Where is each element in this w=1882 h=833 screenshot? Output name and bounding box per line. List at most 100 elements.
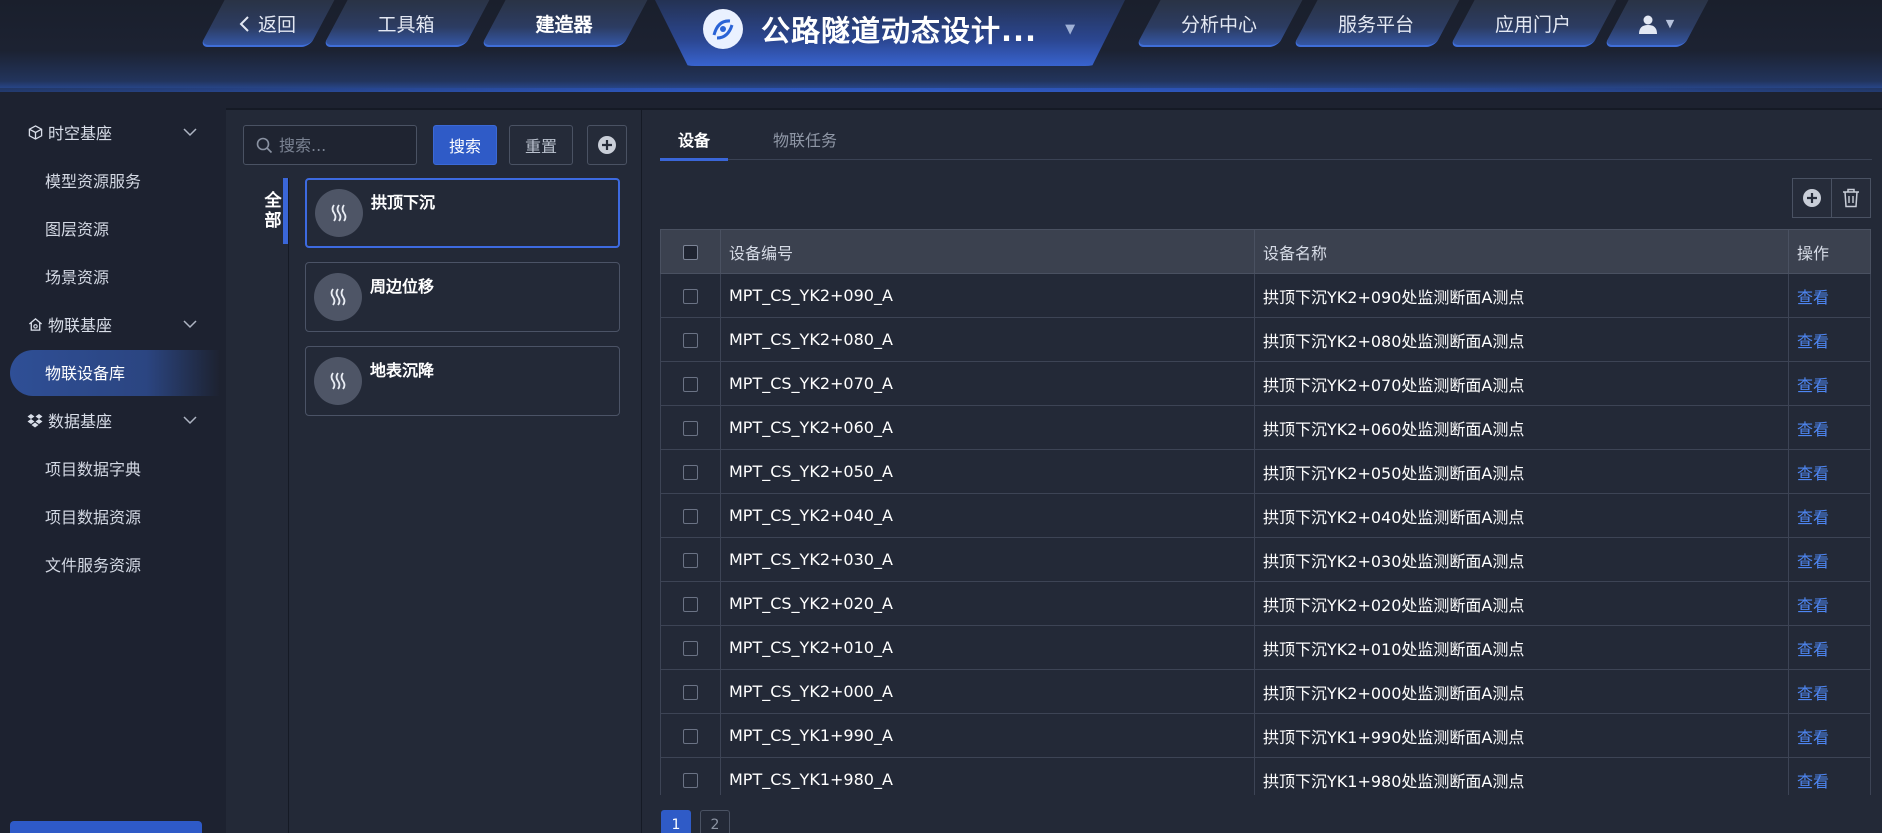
device-code-cell: MPT_CS_YK1+990_A: [720, 713, 1255, 758]
view-link[interactable]: 查看: [1797, 288, 1829, 307]
category-card-surface-settlement[interactable]: 地表沉降: [305, 346, 620, 416]
chevron-down-icon: [183, 416, 197, 425]
device-name-cell: 拱顶下沉YK2+070处监测断面A测点: [1254, 361, 1789, 406]
category-label: 拱顶下沉: [371, 193, 436, 212]
nav-builder[interactable]: 建造器: [480, 0, 648, 47]
action-cell: 查看: [1788, 405, 1871, 450]
row-checkbox[interactable]: [683, 597, 698, 612]
sidebar-item-label: 文件服务资源: [45, 556, 142, 575]
action-cell: 查看: [1788, 493, 1871, 538]
search-icon: [256, 137, 273, 153]
tab-iot-tasks[interactable]: 物联任务: [762, 118, 848, 160]
back-button[interactable]: 返回: [199, 0, 335, 47]
brand-selector[interactable]: 公路隧道动态设计... ▼: [655, 0, 1125, 66]
view-link[interactable]: 查看: [1797, 772, 1829, 791]
action-cell: 查看: [1788, 317, 1871, 362]
view-link[interactable]: 查看: [1797, 332, 1829, 351]
table-row: MPT_CS_YK2+010_A 拱顶下沉YK2+010处监测断面A测点 查看: [660, 625, 1871, 670]
sidebar-item-scene-resource[interactable]: 场景资源: [0, 252, 222, 300]
view-link[interactable]: 查看: [1797, 640, 1829, 659]
sidebar-item-model-service[interactable]: 模型资源服务: [0, 156, 222, 204]
sidebar-item-layer-resource[interactable]: 图层资源: [0, 204, 222, 252]
table-row: MPT_CS_YK2+030_A 拱顶下沉YK2+030处监测断面A测点 查看: [660, 537, 1871, 582]
sidebar-item-file-service[interactable]: 文件服务资源: [0, 540, 222, 588]
table-header-row: 设备编号 设备名称 操作: [660, 229, 1871, 274]
search-button[interactable]: 搜索: [433, 125, 497, 165]
page-button-2[interactable]: 2: [700, 810, 730, 833]
device-name-cell: 拱顶下沉YK2+060处监测断面A测点: [1254, 405, 1789, 450]
row-checkbox[interactable]: [683, 289, 698, 304]
sidebar-bottom-button[interactable]: [10, 821, 202, 833]
view-link[interactable]: 查看: [1797, 596, 1829, 615]
row-select-cell: [660, 581, 721, 626]
view-link[interactable]: 查看: [1797, 420, 1829, 439]
action-cell: 查看: [1788, 449, 1871, 494]
sidebar-group-data[interactable]: 数据基座: [0, 396, 222, 444]
view-link[interactable]: 查看: [1797, 684, 1829, 703]
device-code-cell: MPT_CS_YK2+010_A: [720, 625, 1255, 670]
sidebar-item-data-dictionary[interactable]: 项目数据字典: [0, 444, 222, 492]
dropbox-icon: [26, 411, 44, 429]
nav-app-portal[interactable]: 应用门户: [1449, 0, 1617, 47]
row-checkbox[interactable]: [683, 333, 698, 348]
table-row: MPT_CS_YK2+000_A 拱顶下沉YK2+000处监测断面A测点 查看: [660, 669, 1871, 714]
device-code-cell: MPT_CS_YK2+000_A: [720, 669, 1255, 714]
trash-icon: [1843, 188, 1859, 208]
select-all-checkbox[interactable]: [683, 245, 698, 260]
delete-device-button[interactable]: [1831, 178, 1871, 218]
row-checkbox[interactable]: [683, 509, 698, 524]
add-device-button[interactable]: [1792, 178, 1832, 218]
column-header-name[interactable]: 设备名称: [1254, 229, 1789, 274]
device-code-cell: MPT_CS_YK2+080_A: [720, 317, 1255, 362]
row-checkbox[interactable]: [683, 685, 698, 700]
device-name-cell: 拱顶下沉YK2+000处监测断面A测点: [1254, 669, 1789, 714]
action-cell: 查看: [1788, 273, 1871, 318]
view-link[interactable]: 查看: [1797, 728, 1829, 747]
row-select-cell: [660, 317, 721, 362]
device-code-cell: MPT_CS_YK2+030_A: [720, 537, 1255, 582]
view-link[interactable]: 查看: [1797, 376, 1829, 395]
category-card-vault-settlement[interactable]: 拱顶下沉: [305, 178, 620, 248]
category-label: 地表沉降: [370, 361, 435, 380]
row-checkbox[interactable]: [683, 553, 698, 568]
row-checkbox[interactable]: [683, 729, 698, 744]
brand-title: 公路隧道动态设计...: [761, 14, 1038, 48]
device-code-cell: MPT_CS_YK2+040_A: [720, 493, 1255, 538]
row-checkbox[interactable]: [683, 641, 698, 656]
user-menu[interactable]: ▼: [1603, 0, 1709, 47]
device-name-cell: 拱顶下沉YK2+040处监测断面A测点: [1254, 493, 1789, 538]
row-select-cell: [660, 669, 721, 714]
nav-toolbox[interactable]: 工具箱: [322, 0, 490, 47]
add-category-button[interactable]: [587, 125, 627, 165]
category-card-perimeter-displacement[interactable]: 周边位移: [305, 262, 620, 332]
page-button-1[interactable]: 1: [661, 810, 691, 833]
nav-analysis-center[interactable]: 分析中心: [1135, 0, 1303, 47]
select-all-cell: [660, 229, 721, 274]
plus-circle-icon: [1803, 189, 1821, 207]
view-link[interactable]: 查看: [1797, 464, 1829, 483]
user-icon: [1638, 15, 1657, 34]
row-select-cell: [660, 273, 721, 318]
tab-devices[interactable]: 设备: [660, 118, 728, 161]
view-link[interactable]: 查看: [1797, 508, 1829, 527]
brand-logo-icon: [703, 9, 743, 49]
chevron-down-icon: [183, 128, 197, 137]
device-name-cell: 拱顶下沉YK1+990处监测断面A测点: [1254, 713, 1789, 758]
reset-button[interactable]: 重置: [509, 125, 573, 165]
sidebar-group-iot[interactable]: 物联基座: [0, 300, 222, 348]
column-header-code[interactable]: 设备编号: [720, 229, 1255, 274]
row-checkbox[interactable]: [683, 773, 698, 788]
search-input[interactable]: [279, 135, 409, 155]
row-checkbox[interactable]: [683, 377, 698, 392]
view-link[interactable]: 查看: [1797, 552, 1829, 571]
sidebar-item-label: 项目数据资源: [45, 508, 142, 527]
row-checkbox[interactable]: [683, 421, 698, 436]
row-checkbox[interactable]: [683, 465, 698, 480]
sidebar-group-spatial[interactable]: 时空基座: [0, 108, 222, 156]
sidebar-item-data-resource[interactable]: 项目数据资源: [0, 492, 222, 540]
table-row: MPT_CS_YK1+990_A 拱顶下沉YK1+990处监测断面A测点 查看: [660, 713, 1871, 758]
search-field[interactable]: [243, 125, 417, 165]
sidebar-item-label: 图层资源: [45, 220, 110, 239]
sidebar-item-iot-device-library[interactable]: 物联设备库: [0, 348, 222, 396]
nav-service-platform[interactable]: 服务平台: [1292, 0, 1460, 47]
